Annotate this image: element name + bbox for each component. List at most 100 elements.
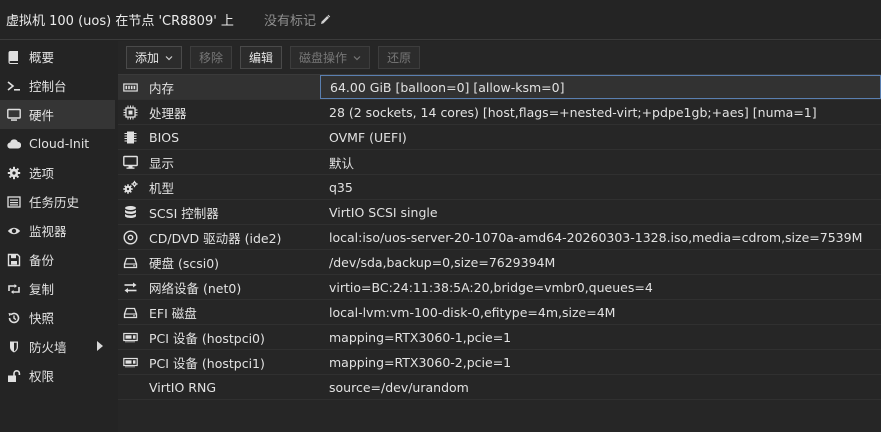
- sidebar-item-label: 选项: [29, 166, 55, 181]
- sidebar-item-label: 备份: [29, 253, 55, 268]
- table-row[interactable]: CD/DVD 驱动器 (ide2) local:iso/uos-server-2…: [118, 225, 881, 250]
- table-row[interactable]: PCI 设备 (hostpci0) mapping=RTX3060-1,pcie…: [118, 325, 881, 350]
- sidebar-item-label: 复制: [29, 282, 55, 297]
- sidebar-item-label: 概要: [29, 50, 55, 65]
- table-row[interactable]: 内存 64.00 GiB [balloon=0] [allow-ksm=0]: [118, 75, 881, 100]
- sidebar-item-monitor[interactable]: 监视器: [0, 216, 115, 245]
- cdrom-icon: [122, 229, 138, 245]
- table-row[interactable]: EFI 磁盘 local-lvm:vm-100-disk-0,efitype=4…: [118, 300, 881, 325]
- sidebar-item-hardware[interactable]: 硬件: [0, 100, 115, 129]
- eye-icon: [6, 223, 22, 239]
- exchange-icon: [122, 279, 138, 295]
- sidebar: 概要 控制台 硬件 Cloud-Init 选项 任务历史 监视器 备份 复制 快…: [0, 41, 115, 432]
- sidebar-item-cloud-init[interactable]: Cloud-Init: [0, 129, 115, 158]
- row-value: local:iso/uos-server-20-1070a-amd64-2026…: [329, 229, 863, 245]
- sidebar-item-label: 监视器: [29, 224, 67, 239]
- row-value: local-lvm:vm-100-disk-0,efitype=4m,size=…: [329, 304, 616, 320]
- gear-icon: [6, 165, 22, 181]
- table-row[interactable]: PCI 设备 (hostpci1) mapping=RTX3060-2,pcie…: [118, 350, 881, 375]
- row-key: 显示: [149, 155, 175, 171]
- sidebar-item-label: 任务历史: [29, 195, 80, 210]
- row-key: 硬盘 (scsi0): [149, 255, 220, 271]
- title-bar: 虚拟机 100 (uos) 在节点 'CR8809' 上 没有标记: [0, 0, 881, 40]
- row-key: VirtIO RNG: [149, 379, 217, 395]
- sidebar-item-backup[interactable]: 备份: [0, 245, 115, 274]
- sidebar-item-label: Cloud-Init: [29, 136, 90, 151]
- add-button[interactable]: 添加: [126, 46, 183, 69]
- sidebar-item-label: 防火墙: [29, 340, 67, 355]
- table-row[interactable]: 硬盘 (scsi0) /dev/sda,backup=0,size=762939…: [118, 250, 881, 275]
- table-row[interactable]: 显示 默认: [118, 150, 881, 175]
- row-value: mapping=RTX3060-2,pcie=1: [329, 354, 512, 370]
- cpu-icon: [122, 104, 138, 120]
- chip-icon: [122, 129, 138, 145]
- history-icon: [6, 310, 22, 326]
- floppy-icon: [6, 252, 22, 268]
- page-title: 虚拟机 100 (uos) 在节点 'CR8809' 上: [6, 14, 234, 29]
- tags-edit[interactable]: 没有标记: [264, 10, 331, 29]
- sidebar-item-label: 权限: [29, 369, 55, 384]
- row-key: 机型: [149, 180, 175, 196]
- row-key: BIOS: [149, 129, 180, 145]
- row-value: source=/dev/urandom: [329, 379, 469, 395]
- table-row[interactable]: BIOS OVMF (UEFI): [118, 125, 881, 150]
- edit-button-label: 编辑: [249, 51, 274, 65]
- table-row[interactable]: 网络设备 (net0) virtio=BC:24:11:38:5A:20,bri…: [118, 275, 881, 300]
- revert-button[interactable]: 还原: [378, 46, 421, 69]
- row-value: OVMF (UEFI): [329, 129, 407, 145]
- expand-arrow-icon[interactable]: [97, 341, 103, 351]
- row-key: EFI 磁盘: [149, 305, 197, 321]
- disk-action-button[interactable]: 磁盘操作: [290, 46, 371, 69]
- table-row[interactable]: SCSI 控制器 VirtIO SCSI single: [118, 200, 881, 225]
- chevron-down-icon: [353, 55, 361, 60]
- add-button-label: 添加: [135, 51, 160, 65]
- pci-card-icon: [122, 329, 138, 345]
- table-row[interactable]: 处理器 28 (2 sockets, 14 cores) [host,flags…: [118, 100, 881, 125]
- row-key: SCSI 控制器: [149, 205, 219, 221]
- sidebar-item-label: 快照: [29, 311, 55, 326]
- row-key: CD/DVD 驱动器 (ide2): [149, 230, 282, 246]
- sidebar-item-snapshots[interactable]: 快照: [0, 303, 115, 332]
- database-icon: [122, 204, 138, 220]
- sidebar-item-replication[interactable]: 复制: [0, 274, 115, 303]
- row-value: 64.00 GiB [balloon=0] [allow-ksm=0]: [330, 79, 565, 95]
- disk-action-button-label: 磁盘操作: [299, 51, 348, 65]
- monitor-icon: [6, 107, 22, 123]
- unlock-icon: [6, 368, 22, 384]
- sidebar-item-console[interactable]: 控制台: [0, 71, 115, 100]
- desktop-icon: [122, 154, 138, 170]
- sidebar-item-options[interactable]: 选项: [0, 158, 115, 187]
- hardware-panel: 添加 移除 编辑 磁盘操作 还原 内存 64.00 GiB [balloon=0…: [118, 41, 881, 432]
- sidebar-item-summary[interactable]: 概要: [0, 42, 115, 71]
- row-value: virtio=BC:24:11:38:5A:20,bridge=vmbr0,qu…: [329, 279, 653, 295]
- sidebar-item-label: 控制台: [29, 79, 67, 94]
- row-value: /dev/sda,backup=0,size=7629394M: [329, 254, 556, 270]
- table-row[interactable]: 机型 q35: [118, 175, 881, 200]
- cloud-icon: [6, 136, 22, 152]
- toolbar: 添加 移除 编辑 磁盘操作 还原: [118, 41, 881, 75]
- remove-button[interactable]: 移除: [190, 46, 233, 69]
- harddisk-icon: [122, 304, 138, 320]
- row-value: mapping=RTX3060-1,pcie=1: [329, 329, 512, 345]
- edit-button[interactable]: 编辑: [240, 46, 283, 69]
- row-value: VirtIO SCSI single: [329, 204, 438, 220]
- book-icon: [6, 49, 22, 65]
- memory-icon: [122, 79, 138, 95]
- hardware-grid: 内存 64.00 GiB [balloon=0] [allow-ksm=0] 处…: [118, 75, 881, 400]
- table-row[interactable]: VirtIO RNG source=/dev/urandom: [118, 375, 881, 400]
- retweet-icon: [6, 281, 22, 297]
- cogs-icon: [122, 179, 138, 195]
- row-key: 网络设备 (net0): [149, 280, 242, 296]
- harddisk-icon: [122, 254, 138, 270]
- row-value: 默认: [329, 155, 355, 171]
- revert-button-label: 还原: [387, 51, 412, 65]
- chevron-down-icon: [165, 55, 173, 60]
- pencil-icon: [320, 14, 331, 24]
- row-value: 28 (2 sockets, 14 cores) [host,flags=+ne…: [329, 104, 817, 120]
- sidebar-item-firewall[interactable]: 防火墙: [0, 332, 115, 361]
- list-icon: [6, 194, 22, 210]
- sidebar-item-task-history[interactable]: 任务历史: [0, 187, 115, 216]
- terminal-icon: [6, 78, 22, 94]
- sidebar-item-permissions[interactable]: 权限: [0, 361, 115, 390]
- row-key: PCI 设备 (hostpci1): [149, 355, 265, 371]
